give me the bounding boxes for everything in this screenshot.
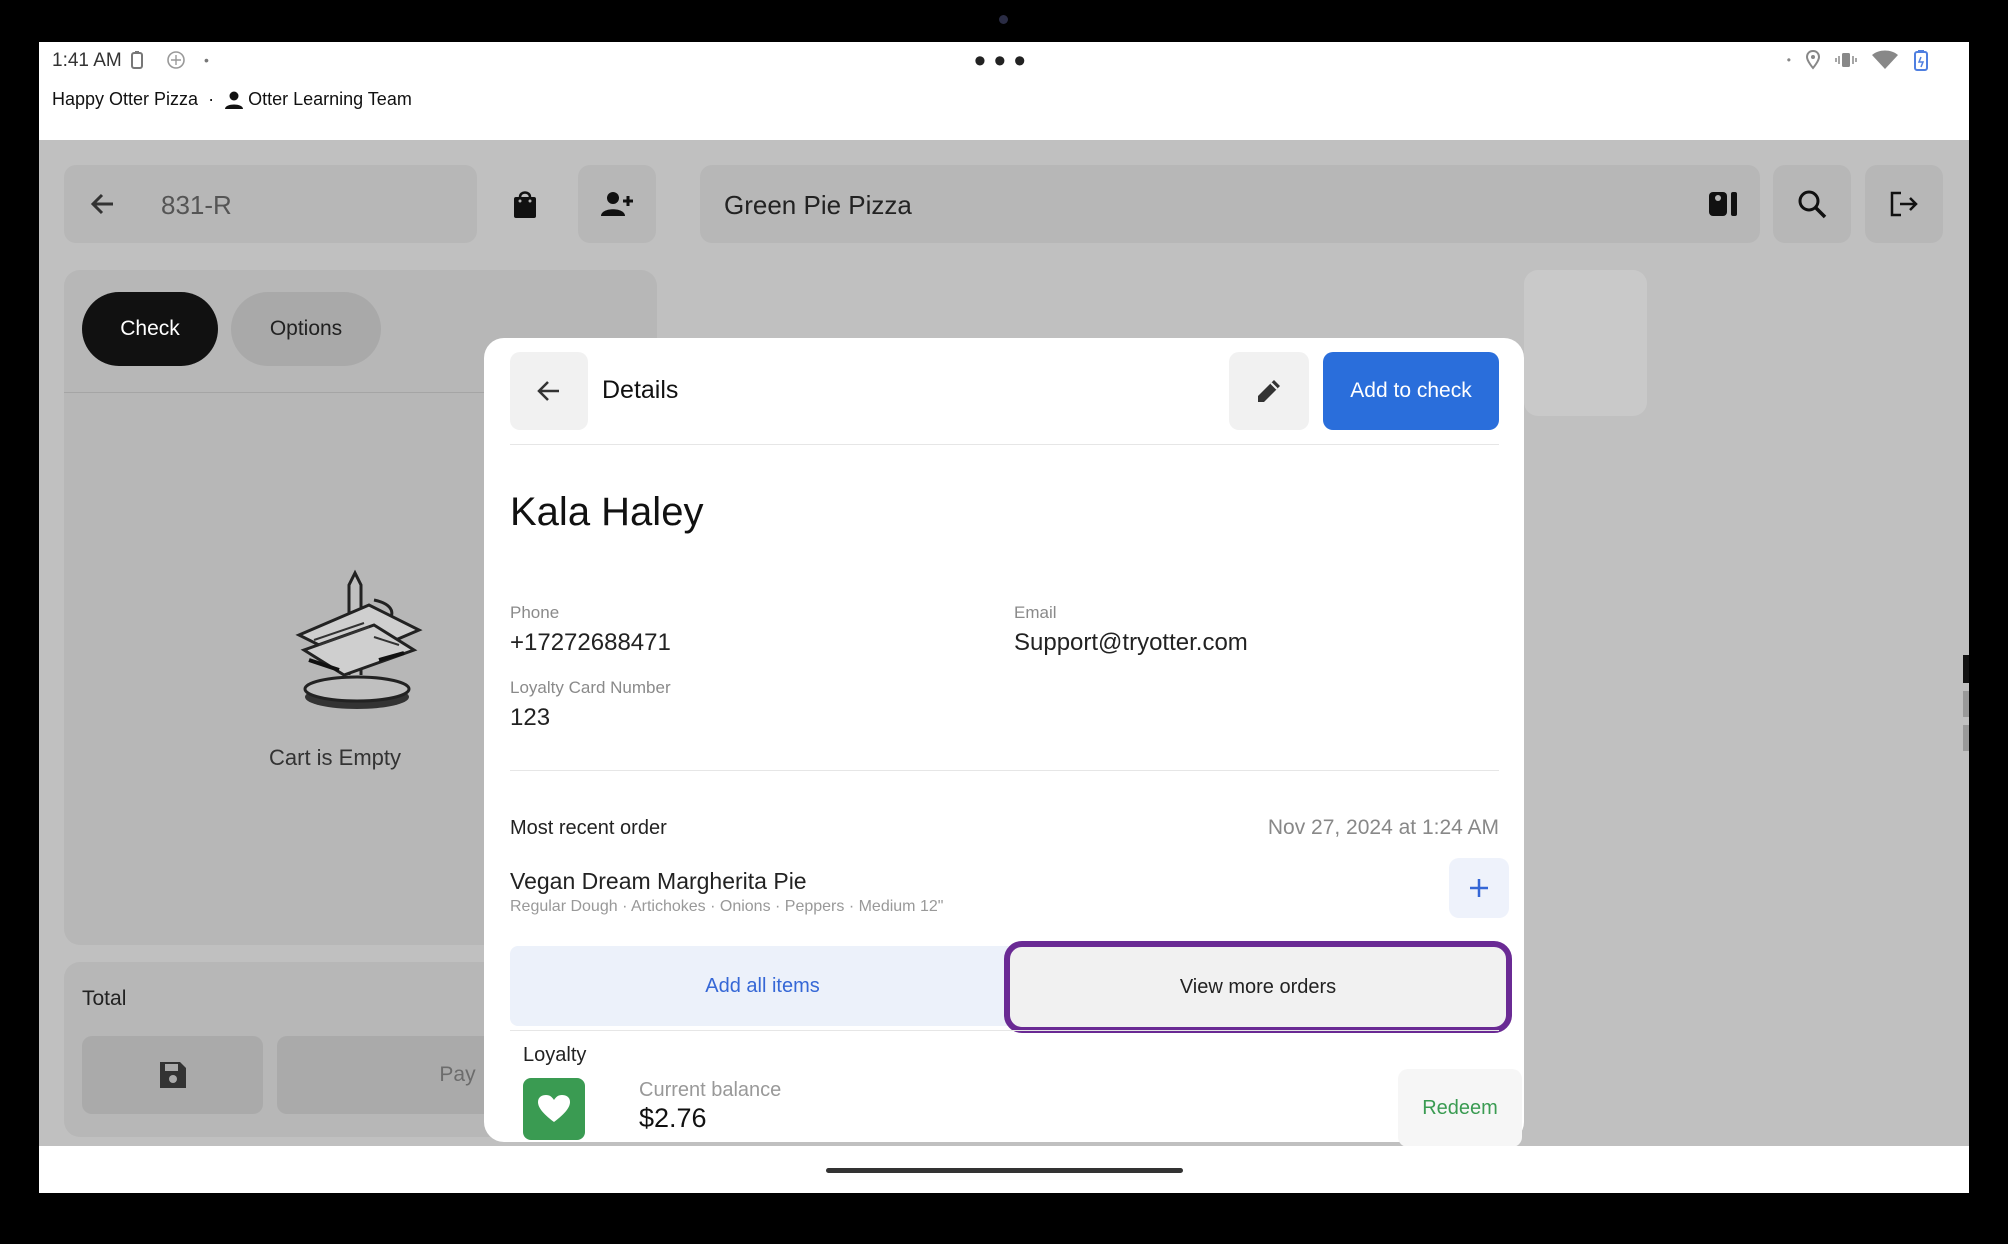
status-time: 1:41 AM [52,50,122,71]
back-button[interactable] [64,165,142,243]
notification-dot-icon: • [204,52,209,68]
takeout-bag-button[interactable] [486,165,564,243]
order-item-modifiers: Regular Dough · Artichokes · Onions · Pe… [510,898,944,915]
tab-options[interactable]: Options [231,292,381,366]
balance-label: Current balance [639,1079,782,1101]
status-icons: • [1787,49,1929,71]
tab-check[interactable]: Check [82,292,218,366]
email-value: Support@tryotter.com [1014,629,1248,656]
device-screen: 1:41 AM • ••• • Happy Otter Pizza · Otte… [39,42,1969,1193]
loyalty-card-label: Loyalty Card Number [510,678,671,697]
exit-button[interactable] [1865,165,1943,243]
add-to-check-button[interactable]: Add to check [1323,352,1499,430]
edit-customer-button[interactable] [1229,352,1309,430]
location-icon [1805,50,1821,70]
modal-title: Details [602,376,679,404]
team-name: Otter Learning Team [248,89,412,109]
customer-details-modal: Details Add to check Kala Haley Phone +1… [484,338,1524,1147]
recent-order-date: Nov 27, 2024 at 1:24 AM [1267,816,1499,839]
kiosk-button[interactable] [1684,165,1762,243]
status-bar: 1:41 AM • ••• • Happy Otter Pizza · Otte… [39,42,1969,109]
search-button[interactable] [1773,165,1851,243]
edge-handle [1963,655,1969,755]
loyalty-title: Loyalty [523,1044,587,1066]
heart-icon [538,1095,570,1122]
multitask-menu-icon[interactable]: ••• [974,44,1034,78]
arrow-left-icon [90,193,113,215]
header-divider [510,444,1499,445]
save-icon [159,1062,186,1088]
camera-dot [999,15,1008,24]
background-card [1524,270,1647,416]
arrow-left-icon [537,381,559,401]
phone-value: +17272688471 [510,629,671,656]
exit-icon [1890,191,1918,217]
empty-cart-illustration [295,569,423,709]
add-item-button[interactable] [1449,858,1509,918]
account-line: Happy Otter Pizza · Otter Learning Team [52,89,412,110]
customer-name: Kala Haley [510,490,704,534]
modal-back-button[interactable] [510,352,588,430]
loyalty-divider [510,1030,1499,1031]
email-label: Email [1014,603,1057,622]
save-button[interactable] [82,1036,263,1114]
business-name: Happy Otter Pizza [52,89,199,109]
loyalty-badge [523,1078,585,1140]
view-more-orders-button[interactable]: View more orders [1004,941,1512,1033]
balance-value: $2.76 [639,1103,707,1133]
team-wrapper: Otter Learning Team [224,89,412,110]
add-all-items-button[interactable]: Add all items [510,946,1015,1026]
app-notification-icon [165,50,185,70]
navigation-bar [39,1146,1969,1193]
add-customer-button[interactable] [578,165,656,243]
battery-icon [1914,50,1928,71]
separator: · [208,89,215,109]
dot-icon: • [1786,53,1791,67]
pencil-icon [1258,380,1280,402]
search-icon [1798,190,1827,219]
app-overlay-area: 831-R Green Pie Pizza Check Options Cart… [39,140,1969,1147]
redeem-button[interactable]: Redeem [1398,1069,1522,1147]
total-label: Total [82,987,127,1010]
vibrate-icon [1835,53,1857,67]
home-indicator[interactable] [826,1168,1183,1173]
recent-order-label: Most recent order [510,817,667,839]
phone-label: Phone [510,603,560,622]
order-item-name: Vegan Dream Margherita Pie [510,868,807,894]
device-icon [1709,192,1737,216]
plus-icon [1470,879,1488,897]
order-id: 831-R [161,190,232,220]
add-person-icon [601,192,633,216]
bag-icon [514,191,536,218]
cart-empty-message: Cart is Empty [269,745,402,770]
restaurant-name: Green Pie Pizza [724,190,912,220]
wifi-icon [1872,50,1898,69]
section-divider [510,770,1499,771]
person-icon [225,91,244,109]
battery-saver-icon [128,50,146,70]
loyalty-card-value: 123 [510,704,551,731]
